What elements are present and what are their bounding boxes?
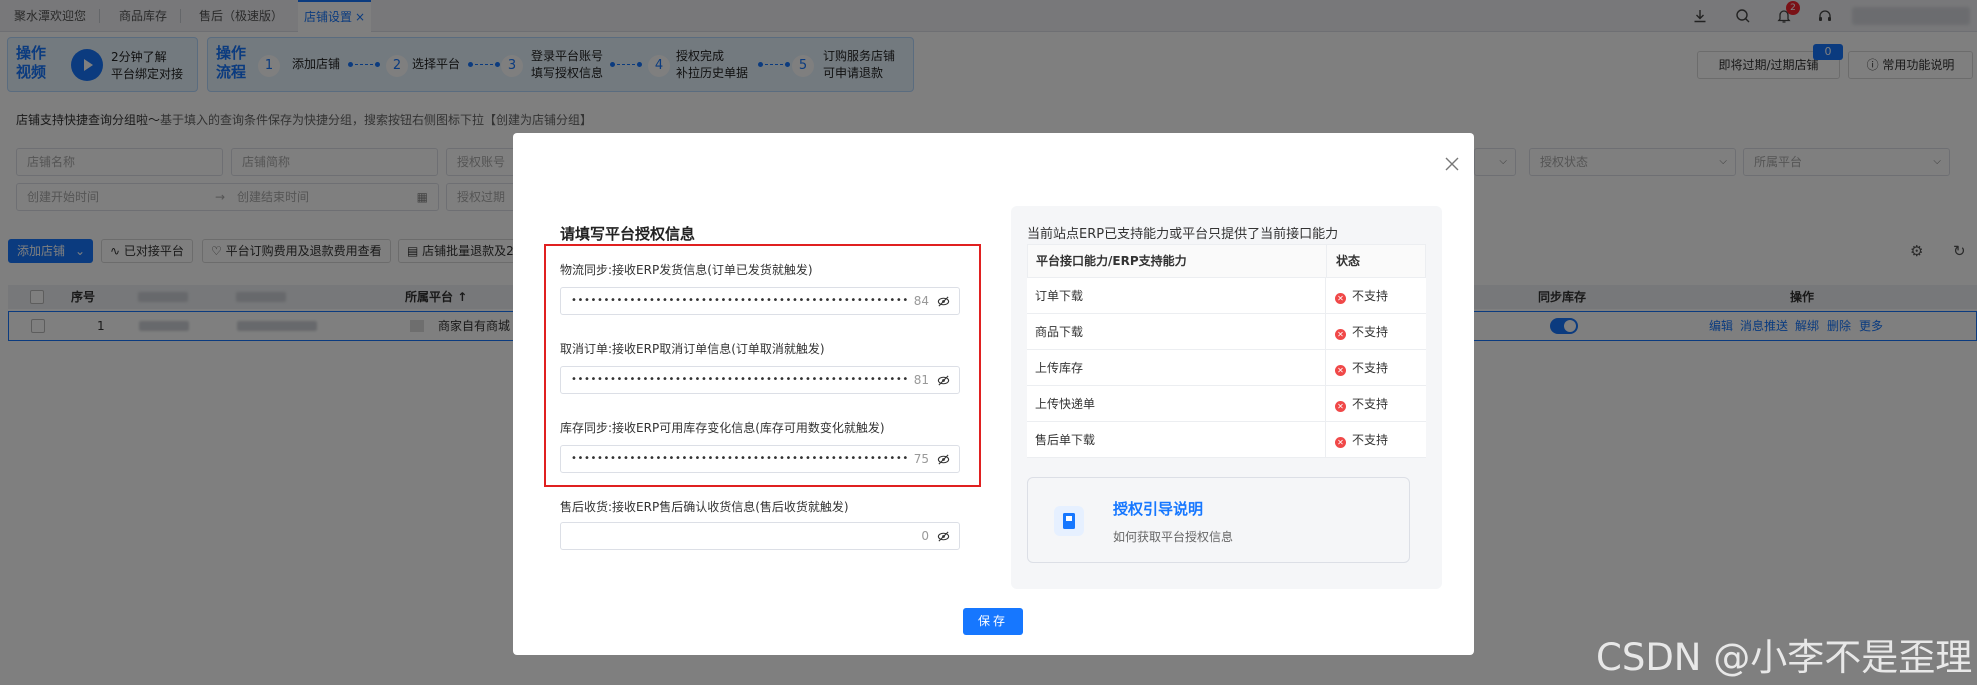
csdn-watermark: CSDN @小李不是歪理 [1596, 636, 1973, 679]
auth-info-modal: 请填写平台授权信息 物流同步:接收ERP发货信息(订单已发货就触发) •••••… [513, 133, 1474, 655]
cap-name: 上传快递单 [1035, 397, 1096, 411]
eye-off-icon[interactable] [937, 530, 950, 543]
field-label-logistics-sync: 物流同步:接收ERP发货信息(订单已发货就触发) [560, 263, 813, 277]
column-divider [1325, 278, 1326, 313]
error-icon: ✕ [1335, 401, 1346, 412]
eye-off-icon[interactable] [937, 295, 950, 308]
close-icon[interactable] [1444, 156, 1460, 172]
capability-table-header: 平台接口能力/ERP支持能力 状态 [1027, 244, 1426, 278]
cap-name: 订单下载 [1035, 289, 1084, 303]
error-icon: ✕ [1335, 437, 1346, 448]
password-dots: ••••••••••••••••••••••••••••••••••••••••… [571, 374, 909, 385]
auth-guide-subtitle: 如何获取平台授权信息 [1113, 530, 1234, 544]
cap-status: ✕ 不支持 [1335, 278, 1388, 314]
auth-guide-card[interactable]: 授权引导说明 如何获取平台授权信息 [1027, 477, 1410, 563]
field-label-aftersale-receipt: 售后收货:接收ERP售后确认收货信息(售后收货就触发) [560, 500, 849, 514]
column-divider [1325, 314, 1326, 349]
error-icon: ✕ [1335, 329, 1346, 340]
column-divider [1325, 350, 1326, 385]
password-dots: ••••••••••••••••••••••••••••••••••••••••… [571, 453, 909, 464]
save-button[interactable]: 保存 [963, 608, 1023, 635]
cap-name: 上传库存 [1035, 361, 1084, 375]
cap-status: ✕ 不支持 [1335, 314, 1388, 350]
cap-name: 售后单下载 [1035, 433, 1096, 447]
cap-name: 商品下载 [1035, 325, 1084, 339]
column-divider [1325, 386, 1326, 421]
table-row: 商品下载 ✕ 不支持 [1027, 314, 1426, 350]
column-divider [1325, 422, 1326, 457]
field-label-cancel-order: 取消订单:接收ERP取消订单信息(订单取消就触发) [560, 342, 825, 356]
cap-header-name: 平台接口能力/ERP支持能力 [1036, 254, 1187, 268]
auth-guide-title[interactable]: 授权引导说明 [1113, 498, 1203, 519]
cancel-order-input[interactable]: ••••••••••••••••••••••••••••••••••••••••… [560, 366, 960, 394]
logistics-sync-input[interactable]: ••••••••••••••••••••••••••••••••••••••••… [560, 287, 960, 315]
cap-status: ✕ 不支持 [1335, 422, 1388, 458]
column-divider [1326, 245, 1327, 277]
cap-status: ✕ 不支持 [1335, 386, 1388, 422]
table-row: 售后单下载 ✕ 不支持 [1027, 422, 1426, 458]
capability-panel-title: 当前站点ERP已支持能力或平台只提供了当前接口能力 [1027, 227, 1339, 242]
eye-off-icon[interactable] [937, 374, 950, 387]
table-row: 上传快递单 ✕ 不支持 [1027, 386, 1426, 422]
book-icon [1054, 506, 1084, 536]
form-title: 请填写平台授权信息 [560, 225, 696, 243]
cap-status: ✕ 不支持 [1335, 350, 1388, 386]
table-row: 订单下载 ✕ 不支持 [1027, 278, 1426, 314]
aftersale-receipt-input[interactable]: 0 [560, 522, 960, 550]
char-count: 81 [913, 373, 929, 387]
eye-off-icon[interactable] [937, 453, 950, 466]
char-count: 75 [913, 452, 929, 466]
char-count: 0 [921, 529, 929, 543]
error-icon: ✕ [1335, 293, 1346, 304]
stock-sync-input[interactable]: ••••••••••••••••••••••••••••••••••••••••… [560, 445, 960, 473]
table-row: 上传库存 ✕ 不支持 [1027, 350, 1426, 386]
capability-panel: 当前站点ERP已支持能力或平台只提供了当前接口能力 平台接口能力/ERP支持能力… [1011, 206, 1442, 589]
cap-header-status: 状态 [1336, 254, 1361, 268]
field-label-stock-sync: 库存同步:接收ERP可用库存变化信息(库存可用数变化就触发) [560, 421, 885, 435]
error-icon: ✕ [1335, 365, 1346, 376]
char-count: 84 [913, 294, 929, 308]
password-dots: ••••••••••••••••••••••••••••••••••••••••… [571, 295, 909, 306]
